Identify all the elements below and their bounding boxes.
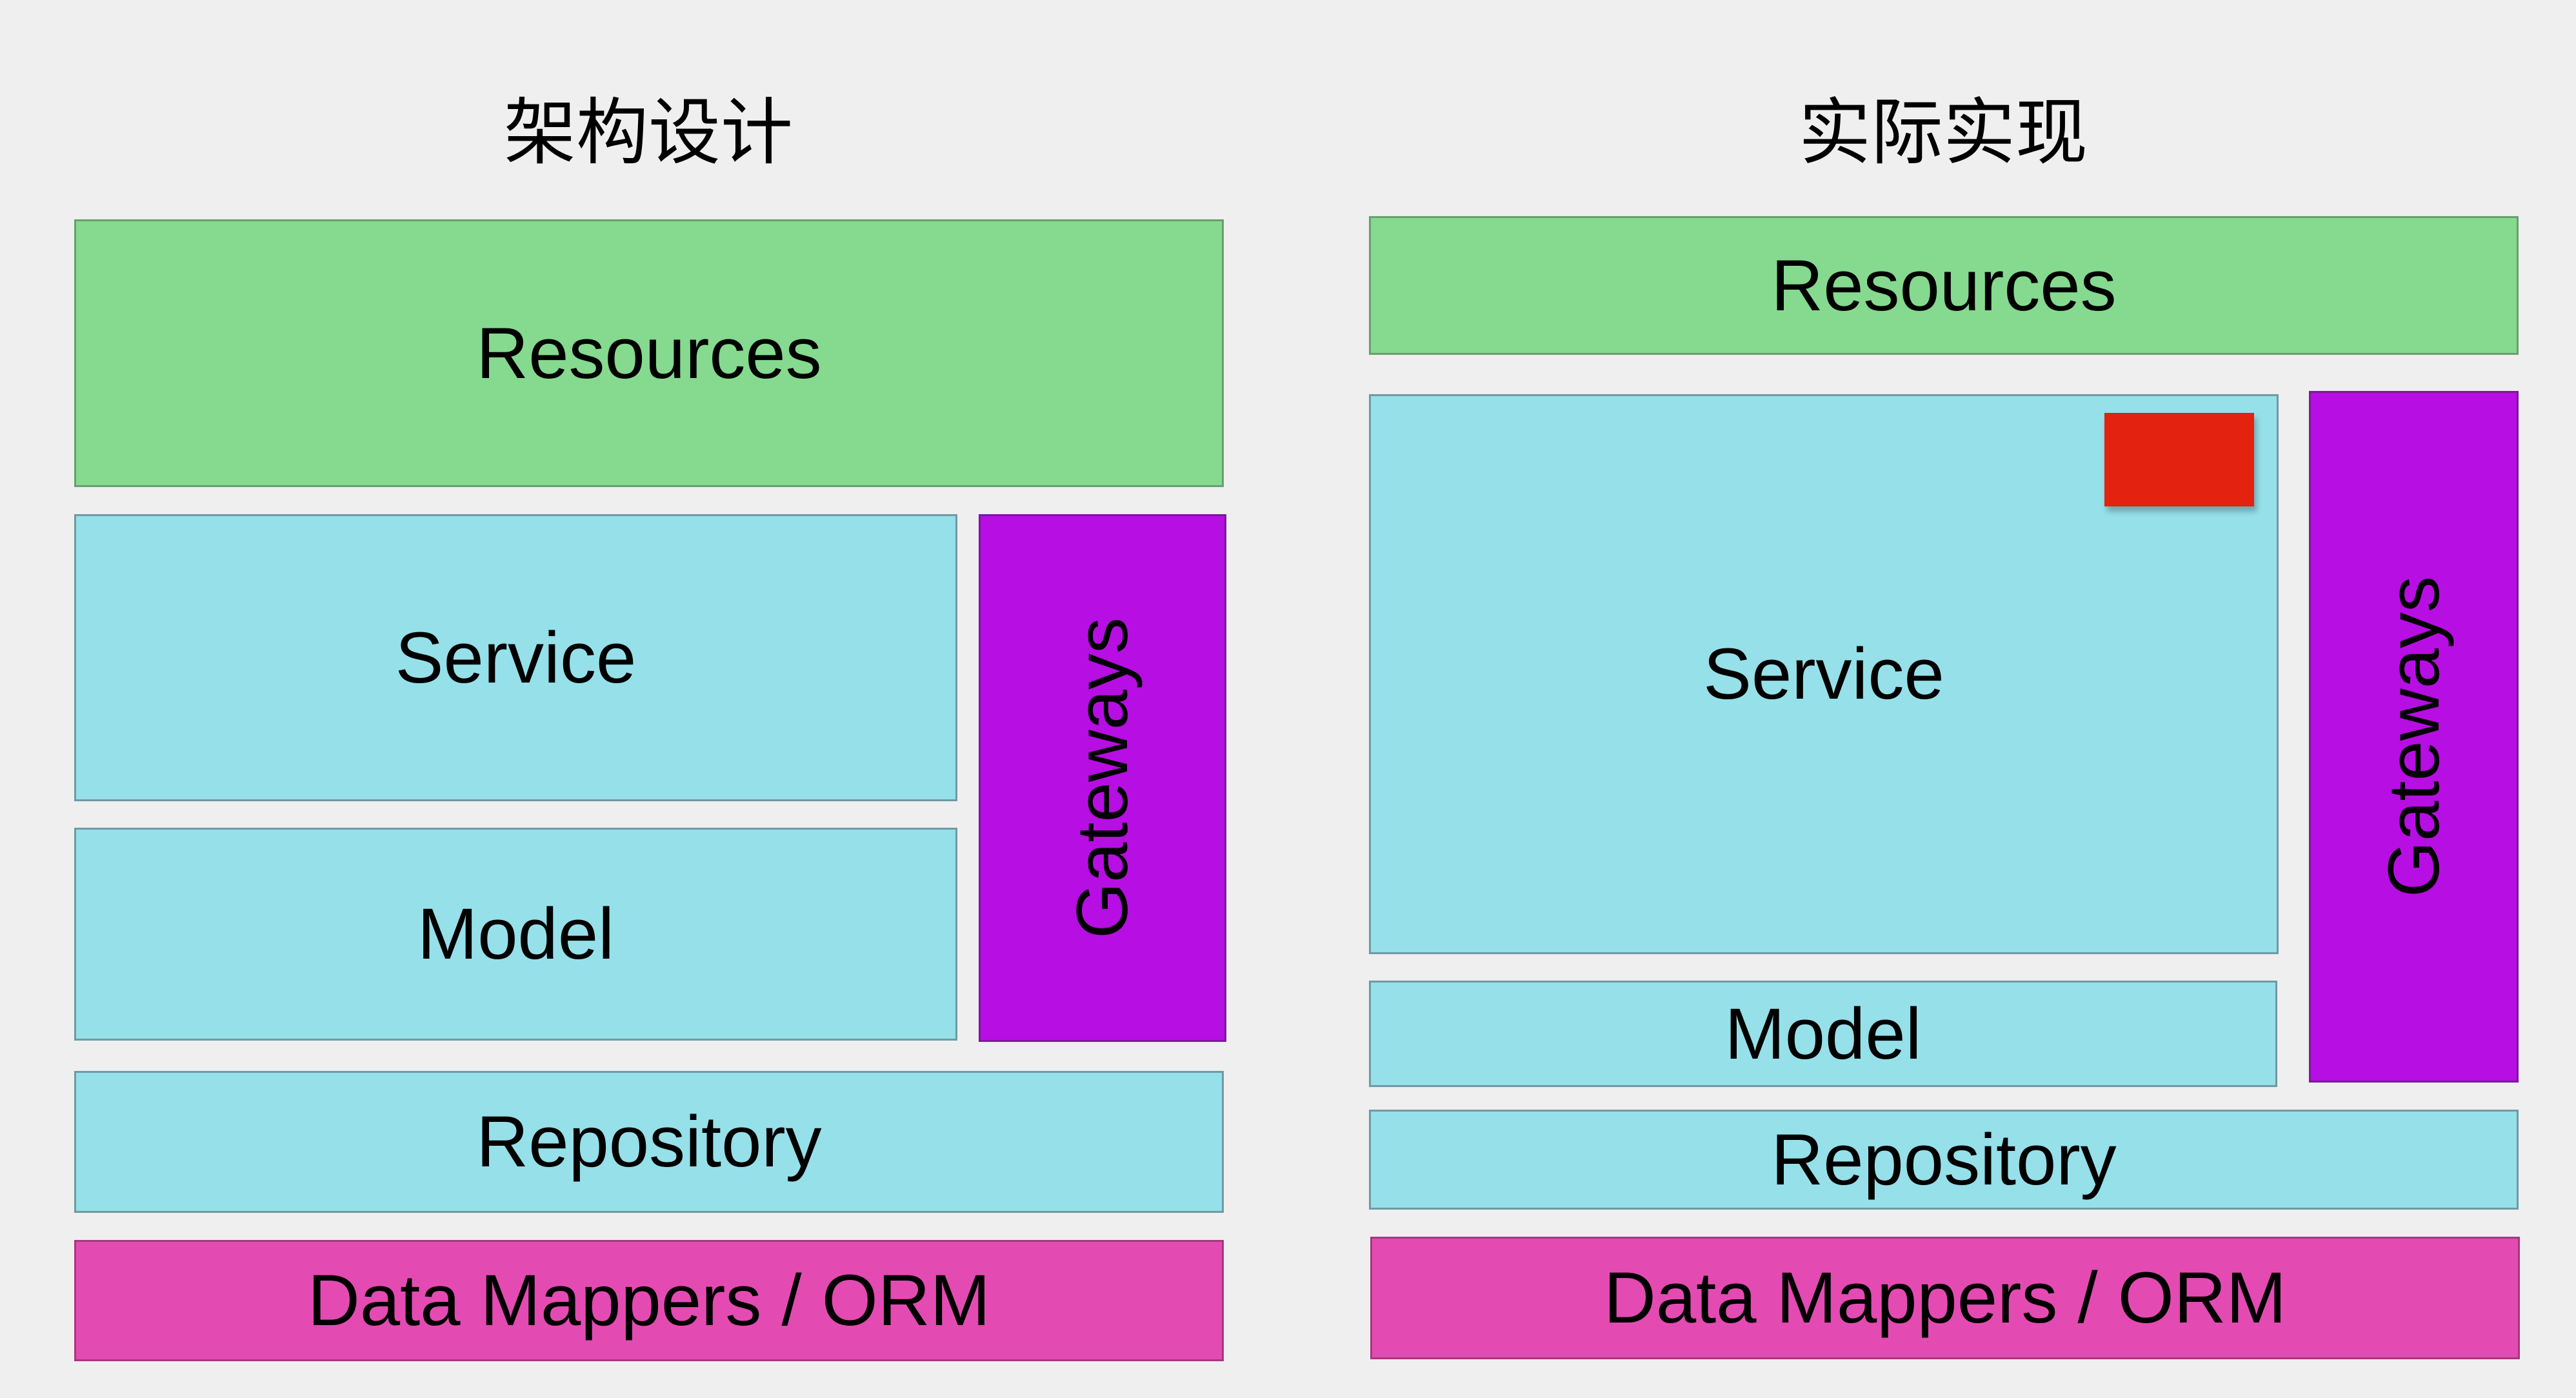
right-repository-layer: Repository [1369, 1110, 2519, 1210]
left-model-label: Model [417, 894, 615, 974]
left-service-layer: Service [74, 514, 957, 801]
right-diagram-title: 实际实现 [1799, 91, 2088, 175]
left-gateways-label: Gateways [1062, 617, 1143, 939]
left-repository-label: Repository [476, 1101, 822, 1182]
red-marker-block [2104, 413, 2254, 506]
right-service-label: Service [1703, 634, 1944, 714]
right-repository-label: Repository [1771, 1119, 2117, 1200]
right-data-mappers-layer: Data Mappers / ORM [1370, 1237, 2520, 1359]
right-gateways-label: Gateways [2373, 576, 2454, 897]
right-model-layer: Model [1369, 981, 2277, 1087]
right-model-label: Model [1724, 993, 1922, 1074]
left-repository-layer: Repository [74, 1071, 1224, 1213]
left-diagram-title: 架构设计 [504, 91, 793, 175]
left-resources-label: Resources [476, 312, 822, 394]
right-data-mappers-label: Data Mappers / ORM [1603, 1257, 2287, 1338]
left-data-mappers-layer: Data Mappers / ORM [74, 1240, 1224, 1361]
right-resources-layer: Resources [1369, 216, 2519, 355]
right-resources-label: Resources [1771, 245, 2117, 326]
left-resources-layer: Resources [74, 219, 1224, 487]
left-gateways-layer: Gateways [979, 514, 1226, 1042]
left-data-mappers-label: Data Mappers / ORM [307, 1260, 991, 1341]
right-gateways-layer: Gateways [2309, 391, 2519, 1083]
left-model-layer: Model [74, 828, 957, 1041]
left-service-label: Service [395, 617, 637, 698]
